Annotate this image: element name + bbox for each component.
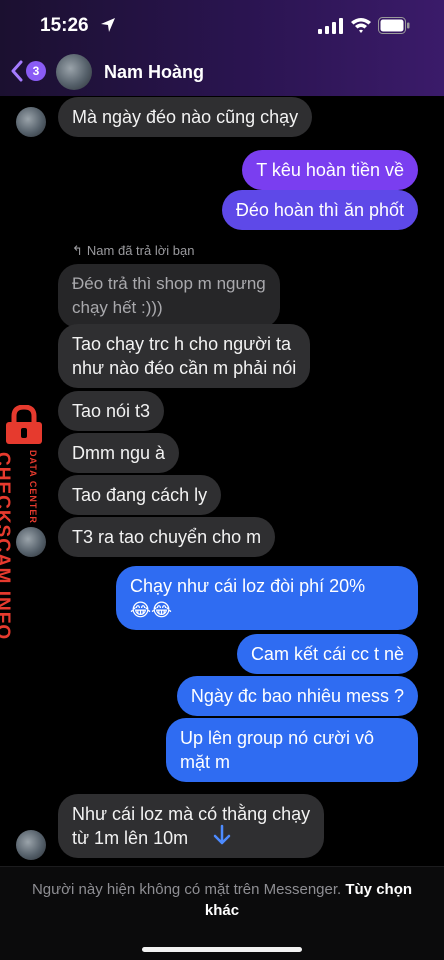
message-incoming[interactable]: Như cái loz mà có thằng chạy từ 1m lên 1… [58,794,325,858]
message-outgoing[interactable]: Ngày đc bao nhiêu mess ? [176,676,418,716]
message-incoming[interactable]: Tao nói t3 [58,391,165,431]
footer-notice: Người này hiện không có mặt trên Messeng… [0,866,444,960]
reply-arrow-icon: ↰ [72,243,83,258]
message-incoming[interactable]: Mà ngày đéo nào cũng chạy [58,97,313,137]
contact-avatar-small[interactable] [16,830,46,860]
message-outgoing[interactable]: T kêu hoàn tiền về [242,150,418,190]
status-time: 15:26 [40,15,89,36]
contact-name[interactable]: Nam Hoàng [104,62,204,83]
quoted-message[interactable]: Đéo trả thì shop m ngưng chạy hết :))) [58,264,280,328]
message-outgoing[interactable]: Đéo hoàn thì ăn phốt [221,190,418,230]
wifi-icon [351,18,371,33]
contact-avatar-small[interactable] [16,107,46,137]
message-outgoing[interactable]: Chạy như cái loz đòi phí 20% 😂😂 [116,566,418,630]
contact-avatar[interactable] [56,54,92,90]
message-outgoing[interactable]: Cam kết cái cc t nè [236,634,418,674]
message-incoming[interactable]: Dmm ngu à [58,433,180,473]
reply-label-text: Nam đã trả lời bạn [86,243,195,258]
watermark-text: CHECKSCAM.INFO [0,452,13,641]
lock-icon [6,405,42,444]
message-incoming[interactable]: Tao đang cách ly [58,475,222,515]
conversation-header: 3 Nam Hoàng [0,48,444,96]
location-arrow-icon [101,18,115,32]
offline-notice: Người này hiện không có mặt trên Messeng… [31,881,342,898]
footer-text: Người này hiện không có mặt trên Messeng… [20,879,424,921]
battery-icon [378,17,410,34]
back-chevron-icon[interactable] [10,60,24,82]
scroll-down-arrow-icon[interactable] [212,824,232,846]
message-outgoing[interactable]: Up lên group nó cười vô mặt m [166,718,418,782]
message-incoming[interactable]: T3 ra tao chuyển cho m [58,517,276,557]
message-incoming[interactable]: Tao chạy trc h cho người ta như nào đéo … [58,324,311,388]
watermark-subtext: DATA CENTER [28,450,38,524]
unread-count-badge[interactable]: 3 [26,61,46,81]
reply-indicator: ↰ Nam đã trả lời bạn [72,243,194,259]
status-bar: 15:26 [0,0,444,48]
cellular-signal-icon [318,18,343,34]
home-indicator[interactable] [142,947,302,952]
